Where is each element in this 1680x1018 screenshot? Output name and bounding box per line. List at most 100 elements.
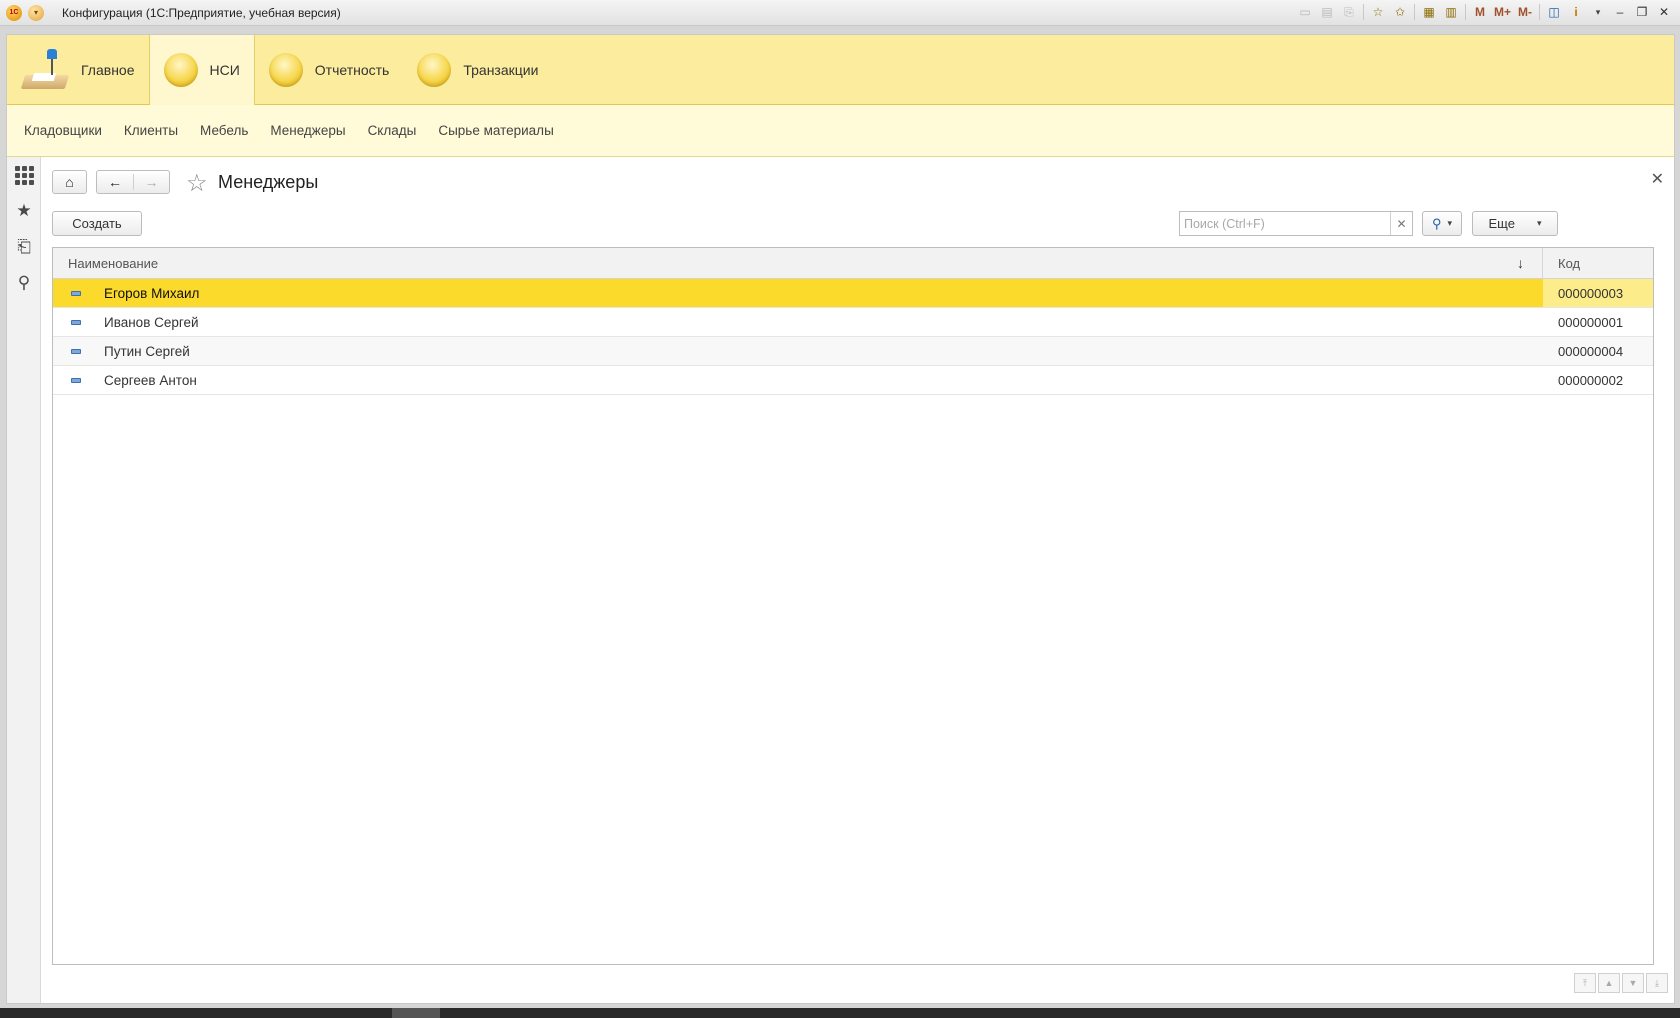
form-area: ⌂ ← → ☆ Менеджеры ✕ Создать ✕ ⚲▾ Еще▾ На… [41, 157, 1674, 1003]
favorites-add-icon[interactable]: ☆ [1370, 3, 1386, 21]
cell-code: 000000004 [1558, 343, 1624, 359]
catalog-item-icon [71, 348, 81, 354]
nav-link-clients[interactable]: Клиенты [124, 123, 178, 138]
column-header-name[interactable]: Наименование ↓ [53, 247, 1543, 279]
titlebar-tools: ▭ ▤ ⎘ ☆ ✩ ▦ ▥ M M+ M- ◫ i ▾ – ❐ ✕ [1297, 3, 1672, 21]
create-button[interactable]: Создать [52, 211, 142, 236]
section-label: Главное [81, 62, 135, 78]
history-icon[interactable]: ⎗ [7, 229, 41, 265]
row-name: Иванов Сергей [104, 314, 199, 330]
nav-link-storekeepers[interactable]: Кладовщики [24, 123, 102, 138]
all-functions-icon[interactable] [7, 157, 41, 193]
scroll-to-top-icon[interactable]: ⤒ [1574, 973, 1596, 993]
panels-icon[interactable]: ◫ [1546, 3, 1562, 21]
app-logo-icon[interactable]: 1C [6, 4, 22, 21]
section-label: НСИ [209, 62, 240, 78]
cell-name: Сергеев Антон [53, 366, 1543, 394]
search-icon[interactable]: ⚲ [7, 265, 41, 301]
table-row[interactable]: Сергеев Антон 000000002 [53, 366, 1653, 395]
table-row[interactable]: Путин Сергей 000000004 [53, 337, 1653, 366]
window-titlebar: 1C ▾ Конфигурация (1С:Предприятие, учебн… [0, 0, 1680, 26]
taskbar-item[interactable] [392, 1008, 440, 1018]
memory-minus-button[interactable]: M- [1517, 3, 1533, 21]
more-label: Еще [1488, 216, 1515, 231]
nav-link-raw-materials[interactable]: Сырье материалы [438, 123, 553, 138]
nav-link-furniture[interactable]: Мебель [200, 123, 248, 138]
separator [1539, 4, 1540, 20]
scroll-to-bottom-icon[interactable]: ⤓ [1646, 973, 1668, 993]
close-form-icon[interactable]: ✕ [1651, 169, 1664, 189]
memory-plus-button[interactable]: M+ [1494, 3, 1511, 21]
save-icon[interactable]: ▭ [1297, 3, 1313, 21]
clear-search-icon[interactable]: ✕ [1390, 212, 1412, 235]
section-label: Отчетность [314, 62, 390, 78]
row-name: Путин Сергей [104, 343, 190, 359]
favorites-star-icon[interactable]: ★ [7, 193, 41, 229]
chevron-down-icon: ▾ [1447, 218, 1453, 228]
search-button[interactable]: ⚲ ▾ [1422, 211, 1462, 236]
cell-code: 000000002 [1558, 372, 1624, 388]
separator [1413, 4, 1415, 20]
print-icon[interactable]: ▤ [1319, 3, 1335, 21]
sort-arrow-icon: ↓ [1517, 254, 1524, 271]
chevron-down-icon: ▾ [1536, 218, 1542, 228]
info-menu-icon[interactable]: ▾ [1590, 3, 1606, 21]
cell-name: Иванов Сергей [53, 308, 1543, 336]
close-window-icon[interactable]: ✕ [1656, 3, 1672, 21]
restore-icon[interactable]: ❐ [1634, 3, 1650, 21]
section-nsi[interactable]: НСИ [148, 35, 255, 105]
main-window: Главное НСИ Отчетность Транзакции Кладов… [6, 34, 1675, 1004]
page-title: Менеджеры [218, 172, 319, 192]
calculator-icon[interactable]: ▦ [1421, 3, 1437, 21]
managers-list-table[interactable]: Наименование ↓ Код Егоров Михаил 0000000… [52, 247, 1654, 965]
separator [1362, 4, 1364, 20]
table-header: Наименование ↓ Код [53, 247, 1653, 279]
forward-arrow-icon[interactable]: → [133, 174, 169, 190]
column-header-code[interactable]: Код [1543, 256, 1580, 271]
more-button[interactable]: Еще ▾ [1472, 211, 1558, 236]
cell-code: 000000001 [1558, 314, 1624, 330]
history-navigation: ← → [96, 170, 170, 194]
yellow-circle-icon [417, 53, 452, 87]
nav-link-warehouses[interactable]: Склады [368, 123, 417, 138]
row-name: Егоров Михаил [104, 285, 200, 301]
section-reports[interactable]: Отчетность [255, 35, 404, 105]
catalog-item-icon [71, 319, 81, 325]
cell-name: Путин Сергей [53, 337, 1543, 365]
list-scroll-controls: ⤒ ▲ ▼ ⤓ [1574, 973, 1668, 993]
calendar-icon[interactable]: ▥ [1443, 3, 1459, 21]
home-button[interactable]: ⌂ [52, 170, 87, 194]
info-icon[interactable]: i [1568, 3, 1584, 21]
taskbar-strip [0, 1008, 1680, 1018]
table-row[interactable]: Иванов Сергей 000000001 [53, 308, 1653, 337]
back-arrow-icon[interactable]: ← [97, 174, 133, 190]
favorites-icon[interactable]: ✩ [1392, 3, 1408, 21]
main-menu-icon[interactable]: ▾ [28, 4, 44, 21]
section-transactions[interactable]: Транзакции [403, 35, 552, 105]
section-main[interactable]: Главное [7, 35, 149, 105]
sections-panel: Главное НСИ Отчетность Транзакции [7, 35, 1674, 105]
column-header-label: Наименование [68, 255, 159, 271]
yellow-circle-icon [268, 53, 303, 87]
separator [1464, 4, 1466, 20]
window-title: Конфигурация (1С:Предприятие, учебная ве… [62, 5, 341, 20]
search-field: ✕ [1179, 211, 1413, 236]
row-name: Сергеев Антон [104, 372, 197, 388]
scroll-up-icon[interactable]: ▲ [1598, 973, 1620, 993]
table-body: Егоров Михаил 000000003 Иванов Сергей 00… [53, 279, 1653, 395]
navigation-panel: Кладовщики Клиенты Мебель Менеджеры Скла… [7, 105, 1674, 157]
yellow-circle-icon [163, 53, 198, 87]
tools-panel: ★ ⎗ ⚲ [7, 157, 41, 1003]
memory-m-button[interactable]: M [1472, 3, 1488, 21]
search-input[interactable] [1180, 212, 1390, 235]
add-to-favorites-star-icon[interactable]: ☆ [186, 169, 208, 198]
magnifier-icon: ⚲ [1431, 215, 1442, 231]
nav-link-managers[interactable]: Менеджеры [270, 123, 345, 138]
catalog-item-icon [71, 377, 81, 383]
cell-code: 000000003 [1543, 279, 1653, 307]
section-label: Транзакции [463, 62, 539, 78]
minimize-icon[interactable]: – [1612, 3, 1628, 21]
scroll-down-icon[interactable]: ▼ [1622, 973, 1644, 993]
preview-icon[interactable]: ⎘ [1341, 3, 1357, 21]
table-row[interactable]: Егоров Михаил 000000003 [53, 279, 1653, 308]
